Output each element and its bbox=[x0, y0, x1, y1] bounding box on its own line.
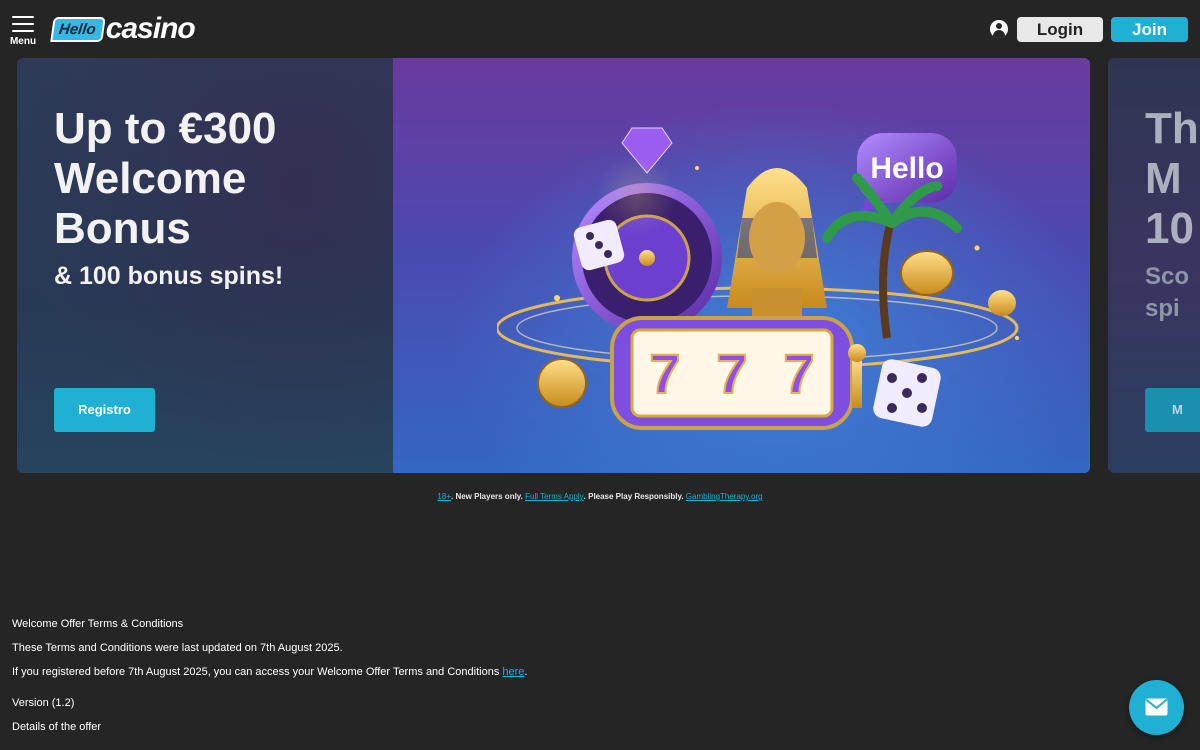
disclaimer-text-1: . New Players only. bbox=[451, 492, 526, 501]
user-icon-head bbox=[996, 23, 1002, 29]
next-slide-preview[interactable]: Th M 10 Sco spi M bbox=[1108, 58, 1200, 473]
join-button[interactable]: Join bbox=[1111, 17, 1188, 42]
terms-updated-date: These Terms and Conditions were last upd… bbox=[12, 642, 343, 654]
mail-icon bbox=[1145, 698, 1168, 716]
top-header: Menu Hello casino Login Join bbox=[0, 0, 1200, 58]
terms-period: . bbox=[524, 666, 528, 678]
reel-symbol-seven: 7 bbox=[716, 342, 747, 405]
user-icon[interactable] bbox=[990, 20, 1008, 38]
hero-title: Up to €300 Welcome Bonus bbox=[54, 104, 277, 253]
hamburger-icon bbox=[12, 16, 34, 18]
hero-slide[interactable]: Up to €300 Welcome Bonus & 100 bonus spi… bbox=[17, 58, 1090, 473]
hamburger-icon-bar bbox=[12, 23, 34, 25]
age-restriction-link[interactable]: 18+ bbox=[437, 492, 451, 501]
next-slide-button[interactable]: M bbox=[1145, 388, 1200, 432]
disclaimer-text-2: . Please Play Responsibly. bbox=[583, 492, 686, 501]
logo-hello-badge: Hello bbox=[50, 16, 106, 42]
hero-subtitle: & 100 bonus spins! bbox=[54, 262, 284, 290]
offer-details-heading: Details of the offer bbox=[12, 721, 102, 733]
slot-machine-illustration: Hello 7 7 7 bbox=[497, 127, 1019, 430]
contact-chat-button[interactable] bbox=[1129, 680, 1184, 735]
register-button[interactable]: Registro bbox=[54, 388, 155, 432]
next-slide-title-fragment: Th M 10 bbox=[1145, 104, 1199, 253]
terms-heading: Welcome Offer Terms & Conditions bbox=[12, 618, 184, 630]
next-slide-subtitle-fragment: Sco spi bbox=[1145, 263, 1190, 322]
hello-speech-bubble: Hello bbox=[870, 152, 943, 185]
terms-version: Version (1.2) bbox=[12, 697, 75, 709]
full-terms-link[interactable]: Full Terms Apply bbox=[525, 492, 584, 501]
menu-button[interactable]: Menu bbox=[8, 14, 38, 47]
logo-casino-text: casino bbox=[105, 12, 196, 45]
terms-registered-before: If you registered before 7th August 2025… bbox=[12, 666, 527, 678]
login-button[interactable]: Login bbox=[1017, 17, 1103, 42]
reel-symbol-seven: 7 bbox=[783, 342, 814, 405]
menu-label: Menu bbox=[9, 36, 37, 47]
site-logo[interactable]: Hello casino bbox=[50, 12, 196, 45]
gambling-therapy-link[interactable]: GamblingTherapy.org bbox=[686, 492, 763, 501]
hamburger-icon-bar bbox=[12, 30, 34, 32]
reel-symbol-seven: 7 bbox=[649, 342, 680, 405]
responsible-gambling-disclaimer: 18+. New Players only. Full Terms Apply.… bbox=[0, 492, 1200, 501]
terms-here-link[interactable]: here bbox=[502, 666, 524, 678]
terms-registered-before-text: If you registered before 7th August 2025… bbox=[12, 666, 503, 678]
user-icon-body bbox=[993, 30, 1005, 38]
